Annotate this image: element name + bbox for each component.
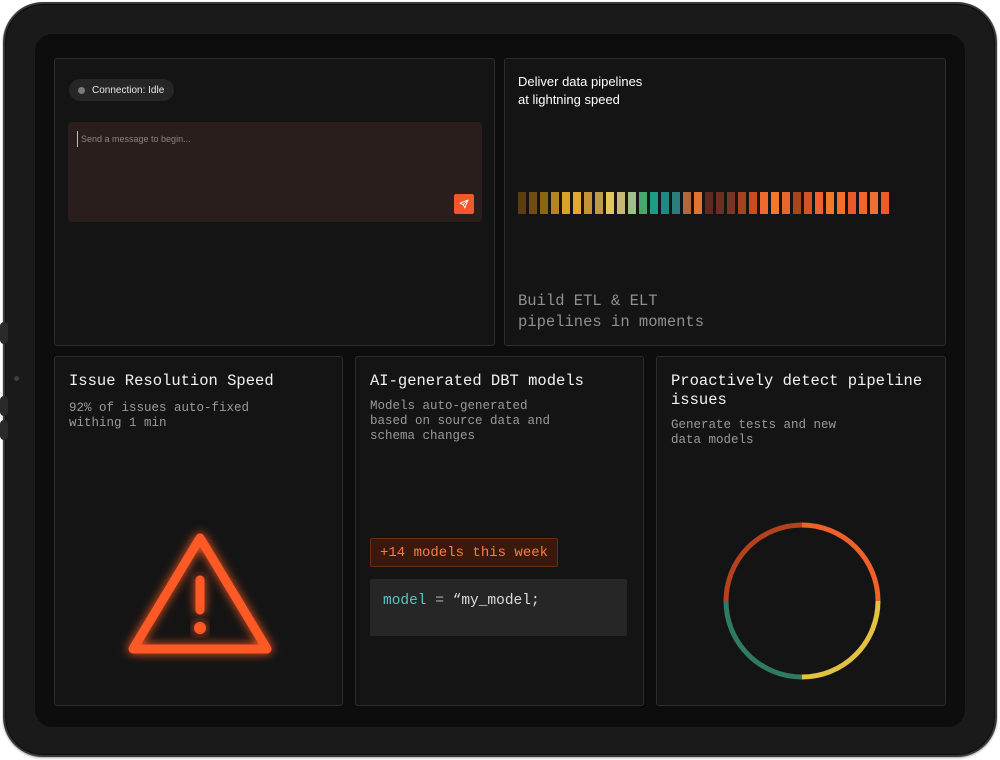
message-composer [68, 122, 482, 222]
pipeline-bar [727, 192, 735, 214]
pipeline-bar [771, 192, 779, 214]
code-operator: = [435, 593, 444, 609]
pipeline-bar [848, 192, 856, 214]
status-dot-icon [78, 86, 85, 94]
pipeline-bar [661, 192, 669, 214]
pipeline-title: Deliver data pipelines at lightning spee… [518, 73, 778, 109]
pipeline-bar [683, 192, 691, 214]
pipeline-bar [551, 192, 559, 214]
pipeline-color-bars [518, 192, 889, 214]
pipeline-title-line: at lightning speed [518, 92, 620, 107]
pipeline-bar [749, 192, 757, 214]
card-title: Proactively detect pipeline issues [671, 372, 923, 409]
dbt-models-card: AI-generated DBT models Models auto-gene… [355, 356, 644, 706]
pipeline-bar [650, 192, 658, 214]
device-side-button [0, 322, 8, 344]
code-keyword: model [383, 593, 427, 609]
card-description: 92% of issues auto-fixed withing 1 min [69, 401, 250, 430]
message-input[interactable] [77, 131, 437, 147]
ring-segment [801, 600, 881, 680]
detect-issues-card: Proactively detect pipeline issues Gener… [656, 356, 946, 706]
models-count-badge: +14 models this week [370, 538, 559, 567]
pipeline-bar [694, 192, 702, 214]
ring-segment [801, 522, 881, 602]
send-icon [459, 199, 469, 209]
pipeline-bar [859, 192, 867, 214]
pipeline-bar [595, 192, 603, 214]
issue-resolution-card: Issue Resolution Speed 92% of issues aut… [54, 356, 343, 706]
pipeline-bar [584, 192, 592, 214]
pipeline-bar [793, 192, 801, 214]
pipeline-bar [606, 192, 614, 214]
pipeline-bar [716, 192, 724, 214]
device-side-button [0, 396, 8, 416]
ring-segment [723, 600, 803, 680]
card-description: Models auto-generated based on source da… [370, 399, 551, 443]
pipeline-bar [540, 192, 548, 214]
code-snippet: model = “my_model; [370, 579, 627, 636]
pipeline-bar [672, 192, 680, 214]
card-title: AI-generated DBT models [370, 372, 584, 390]
code-value: “my_model; [452, 593, 540, 609]
pipeline-subtitle-line: Build ETL & ELT [518, 292, 658, 310]
pipeline-bar [639, 192, 647, 214]
pipeline-panel: Deliver data pipelines at lightning spee… [504, 58, 946, 346]
device-side-button [0, 420, 8, 440]
pipeline-bar [837, 192, 845, 214]
pipeline-bar [826, 192, 834, 214]
ring-segment [723, 522, 803, 602]
connection-status-badge: Connection: Idle [69, 79, 175, 101]
card-description: Generate tests and new data models [671, 418, 837, 447]
pipeline-bar [782, 192, 790, 214]
pipeline-title-line: Deliver data pipelines [518, 74, 643, 89]
pipeline-bar [617, 192, 625, 214]
pipeline-bar [804, 192, 812, 214]
pipeline-bar [738, 192, 746, 214]
pipeline-subtitle-line: pipelines in moments [518, 313, 705, 331]
warning-icon [128, 533, 272, 654]
pipeline-bar [881, 192, 889, 214]
card-title: Issue Resolution Speed [69, 372, 274, 390]
pipeline-bar [815, 192, 823, 214]
send-button[interactable] [454, 194, 474, 214]
pipeline-bar [870, 192, 878, 214]
pipeline-bar [573, 192, 581, 214]
pipeline-subtitle: Build ETL & ELT pipelines in moments [518, 291, 818, 333]
pipeline-bar [760, 192, 768, 214]
status-ring-icon [723, 522, 881, 680]
pipeline-bar [562, 192, 570, 214]
connection-status-label: Connection: Idle [92, 84, 165, 96]
device-camera [14, 376, 19, 381]
pipeline-bar [628, 192, 636, 214]
pipeline-bar [705, 192, 713, 214]
pipeline-bar [518, 192, 526, 214]
pipeline-bar [529, 192, 537, 214]
chat-panel: Connection: Idle [54, 58, 495, 346]
